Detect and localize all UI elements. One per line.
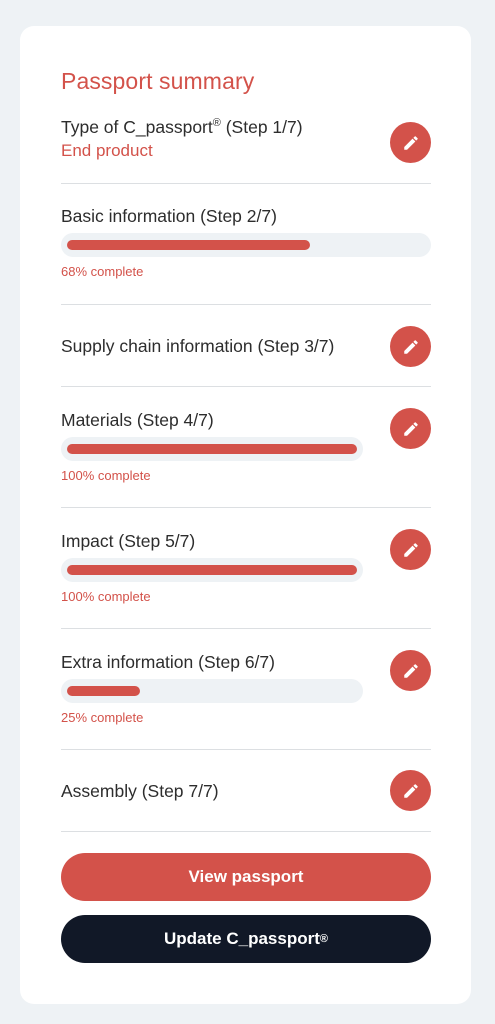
update-passport-button[interactable]: Update C_passport ®: [61, 915, 431, 963]
divider: [61, 386, 431, 387]
page-title: Passport summary: [61, 68, 255, 94]
step-materials: Materials (Step 4/7) 100% complete: [61, 406, 431, 486]
progress-fill: [67, 444, 357, 454]
step-label: Extra information (Step 6/7): [61, 652, 275, 672]
progress-bar: [61, 233, 431, 257]
progress-bar: [61, 679, 363, 703]
divider: [61, 749, 431, 750]
pencil-icon: [403, 421, 418, 436]
progress-text: 100% complete: [61, 589, 151, 604]
progress-text: 68% complete: [61, 264, 144, 279]
pencil-icon: [403, 339, 418, 354]
step-label: Assembly (Step 7/7): [61, 781, 219, 801]
step-basic-information: Basic information (Step 2/7) 68% complet…: [61, 202, 431, 282]
divider: [61, 183, 431, 184]
divider: [61, 628, 431, 629]
pencil-icon: [403, 542, 418, 557]
view-passport-button[interactable]: View passport: [61, 853, 431, 901]
progress-fill: [67, 686, 140, 696]
edit-step-5-button[interactable]: [390, 529, 431, 570]
step-extra-information: Extra information (Step 6/7) 25% complet…: [61, 648, 431, 728]
passport-summary-card: Passport summary Type of C_passport® (St…: [20, 26, 471, 1004]
progress-bar: [61, 437, 363, 461]
passport-type-value: End product: [61, 141, 153, 160]
divider: [61, 831, 431, 832]
divider: [61, 507, 431, 508]
pencil-icon: [403, 135, 418, 150]
step-assembly: Assembly (Step 7/7): [61, 770, 431, 812]
step-label: Supply chain information (Step 3/7): [61, 336, 335, 356]
divider: [61, 304, 431, 305]
progress-text: 100% complete: [61, 468, 151, 483]
progress-fill: [67, 565, 357, 575]
edit-step-7-button[interactable]: [390, 770, 431, 811]
edit-step-6-button[interactable]: [390, 650, 431, 691]
progress-fill: [67, 240, 311, 250]
edit-step-1-button[interactable]: [390, 122, 431, 163]
step-type-of-passport: Type of C_passport® (Step 1/7) End produ…: [61, 114, 431, 174]
step-label: Materials (Step 4/7): [61, 410, 214, 430]
step-label: Type of C_passport® (Step 1/7): [61, 117, 303, 137]
step-label: Basic information (Step 2/7): [61, 206, 277, 226]
step-impact: Impact (Step 5/7) 100% complete: [61, 527, 431, 607]
pencil-icon: [403, 663, 418, 678]
progress-bar: [61, 558, 363, 582]
edit-step-3-button[interactable]: [390, 326, 431, 367]
step-supply-chain: Supply chain information (Step 3/7): [61, 326, 431, 368]
pencil-icon: [403, 783, 418, 798]
progress-text: 25% complete: [61, 710, 144, 725]
edit-step-4-button[interactable]: [390, 408, 431, 449]
step-label: Impact (Step 5/7): [61, 531, 196, 551]
